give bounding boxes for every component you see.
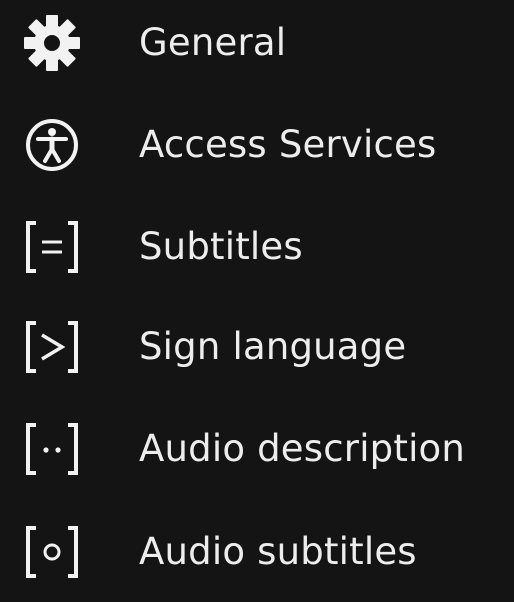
menu-item-audio-subtitles[interactable]: Audio subtitles	[0, 502, 514, 602]
audio-subtitles-icon	[17, 517, 87, 587]
audio-description-icon	[17, 414, 87, 484]
menu-item-label: Audio description	[139, 427, 466, 470]
menu-item-subtitles[interactable]: Subtitles	[0, 197, 514, 297]
menu-item-access-services[interactable]: Access Services	[0, 95, 514, 195]
menu-item-label: Audio subtitles	[139, 530, 417, 573]
menu-item-label: Sign language	[139, 325, 407, 368]
gear-icon	[17, 8, 87, 78]
menu-item-label: Access Services	[139, 123, 437, 166]
accessibility-icon	[17, 110, 87, 180]
menu-item-audio-description[interactable]: Audio description	[0, 399, 514, 499]
menu-item-sign-language[interactable]: Sign language	[0, 297, 514, 397]
menu-item-label: Subtitles	[139, 225, 303, 268]
menu-item-label: General	[139, 21, 287, 64]
settings-menu: General Access Services Subtitles Sign l…	[0, 0, 514, 591]
subtitles-icon	[17, 212, 87, 282]
menu-item-general[interactable]: General	[0, 0, 514, 93]
sign-language-icon	[17, 312, 87, 382]
